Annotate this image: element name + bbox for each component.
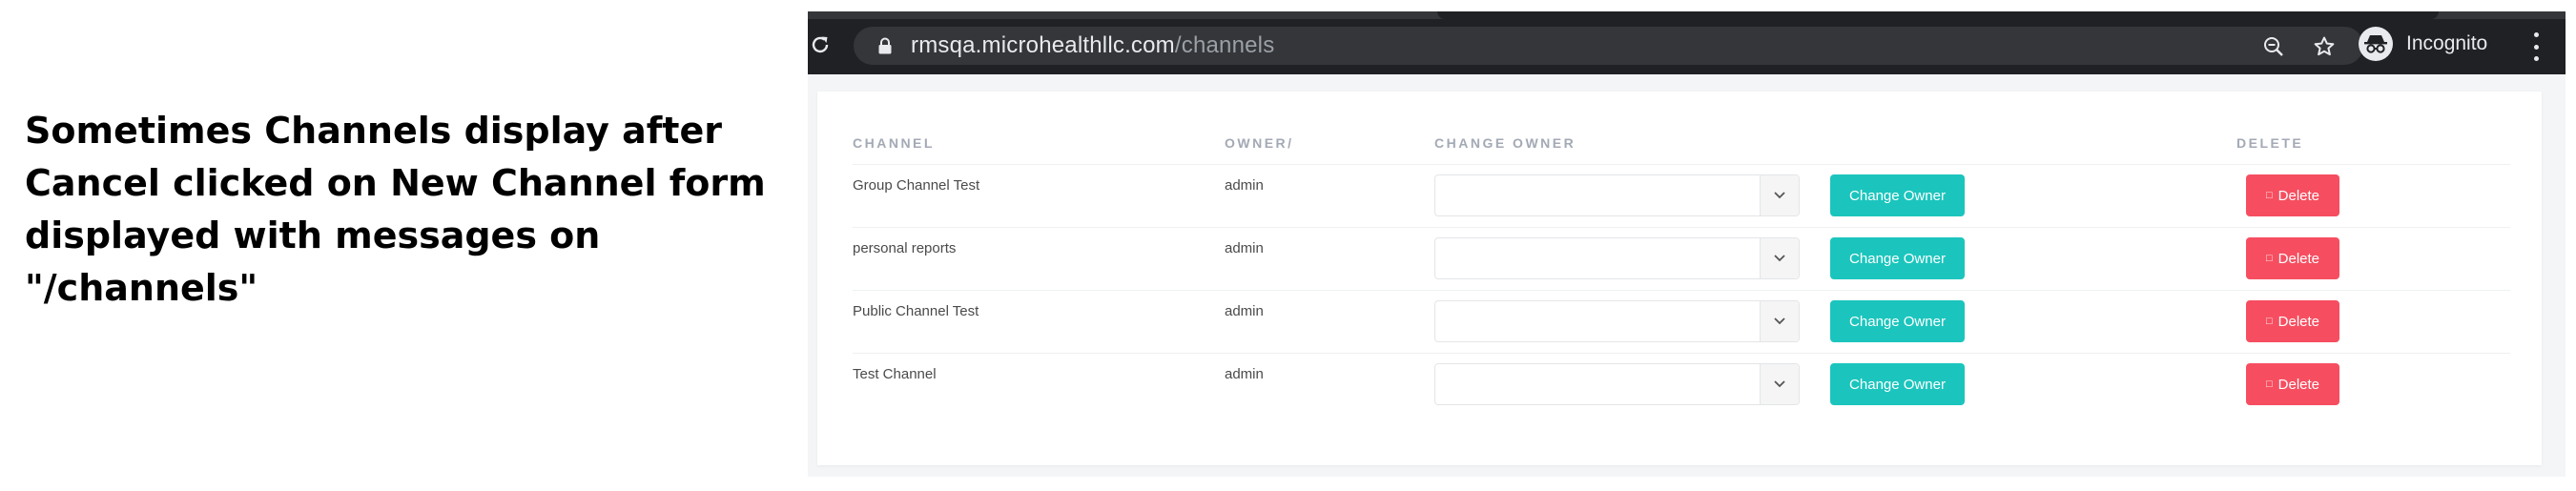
owner-select[interactable]	[1434, 174, 1800, 216]
owner-select[interactable]	[1434, 300, 1800, 342]
page-content: CHANNEL OWNER/ CHANGE OWNER DELETE Group…	[808, 74, 2566, 477]
url-host: rmsqa.microhealthllc.com	[911, 32, 1175, 58]
owner-select[interactable]	[1434, 237, 1800, 279]
delete-label: Delete	[2277, 313, 2319, 330]
browser-toolbar: rmsqa.microhealthllc.com/channels Incogn…	[808, 11, 2566, 74]
table-row: Group Channel Test admin Change Owner □ …	[853, 164, 2510, 228]
star-icon[interactable]	[2312, 34, 2337, 59]
lock-icon[interactable]	[876, 35, 894, 56]
reload-icon[interactable]	[808, 32, 833, 57]
delete-button[interactable]: □ Delete	[2246, 237, 2339, 279]
caption-line: Sometimes Channels display after	[25, 110, 722, 152]
address-bar[interactable]: rmsqa.microhealthllc.com/channels	[854, 27, 2363, 65]
browser-window: rmsqa.microhealthllc.com/channels Incogn…	[808, 11, 2566, 477]
channel-name: Group Channel Test	[853, 177, 980, 194]
active-tab[interactable]	[1437, 11, 2439, 19]
chevron-down-icon[interactable]	[1760, 175, 1799, 215]
channel-name: personal reports	[853, 240, 957, 256]
chevron-down-icon[interactable]	[1760, 238, 1799, 278]
change-owner-button[interactable]: Change Owner	[1830, 363, 1965, 405]
trash-icon: □	[2265, 253, 2273, 264]
table-row: Test Channel admin Change Owner □ Delete	[853, 353, 2510, 417]
delete-button[interactable]: □ Delete	[2246, 174, 2339, 216]
caption-line: Cancel clicked on New Channel form	[25, 162, 766, 204]
channel-owner: admin	[1225, 177, 1264, 194]
delete-label: Delete	[2277, 187, 2319, 204]
zoom-out-icon[interactable]	[2261, 34, 2286, 59]
channel-owner: admin	[1225, 366, 1264, 382]
incognito-profile-button[interactable]: Incognito	[2359, 25, 2487, 63]
delete-button[interactable]: □ Delete	[2246, 363, 2339, 405]
annotation-caption: Sometimes Channels display after Cancel …	[25, 105, 769, 315]
trash-icon: □	[2265, 378, 2273, 390]
incognito-label: Incognito	[2406, 32, 2488, 54]
table-row: personal reports admin Change Owner □ De…	[853, 227, 2510, 291]
tab-strip	[808, 11, 2566, 19]
change-owner-button[interactable]: Change Owner	[1830, 174, 1965, 216]
channel-name: Test Channel	[853, 366, 937, 382]
channel-owner: admin	[1225, 240, 1264, 256]
url-path: /channels	[1174, 32, 1275, 58]
caption-line: displayed with messages on "/channels"	[25, 215, 601, 309]
column-header-owner: OWNER/	[1225, 135, 1294, 151]
delete-label: Delete	[2277, 250, 2319, 267]
channel-name: Public Channel Test	[853, 303, 979, 319]
column-header-change-owner: CHANGE OWNER	[1434, 135, 1577, 151]
delete-button[interactable]: □ Delete	[2246, 300, 2339, 342]
channel-owner: admin	[1225, 303, 1264, 319]
channels-card: CHANNEL OWNER/ CHANGE OWNER DELETE Group…	[817, 92, 2542, 465]
change-owner-button[interactable]: Change Owner	[1830, 237, 1965, 279]
chevron-down-icon[interactable]	[1760, 364, 1799, 404]
menu-icon[interactable]	[2528, 32, 2544, 61]
url-text[interactable]: rmsqa.microhealthllc.com/channels	[911, 32, 1274, 59]
column-header-delete: DELETE	[2236, 135, 2304, 151]
change-owner-button[interactable]: Change Owner	[1830, 300, 1965, 342]
incognito-icon	[2359, 27, 2393, 61]
trash-icon: □	[2265, 190, 2273, 201]
chevron-down-icon[interactable]	[1760, 301, 1799, 341]
delete-label: Delete	[2277, 376, 2319, 393]
column-header-channel: CHANNEL	[853, 135, 935, 151]
trash-icon: □	[2265, 316, 2273, 327]
owner-select[interactable]	[1434, 363, 1800, 405]
table-row: Public Channel Test admin Change Owner □…	[853, 290, 2510, 354]
